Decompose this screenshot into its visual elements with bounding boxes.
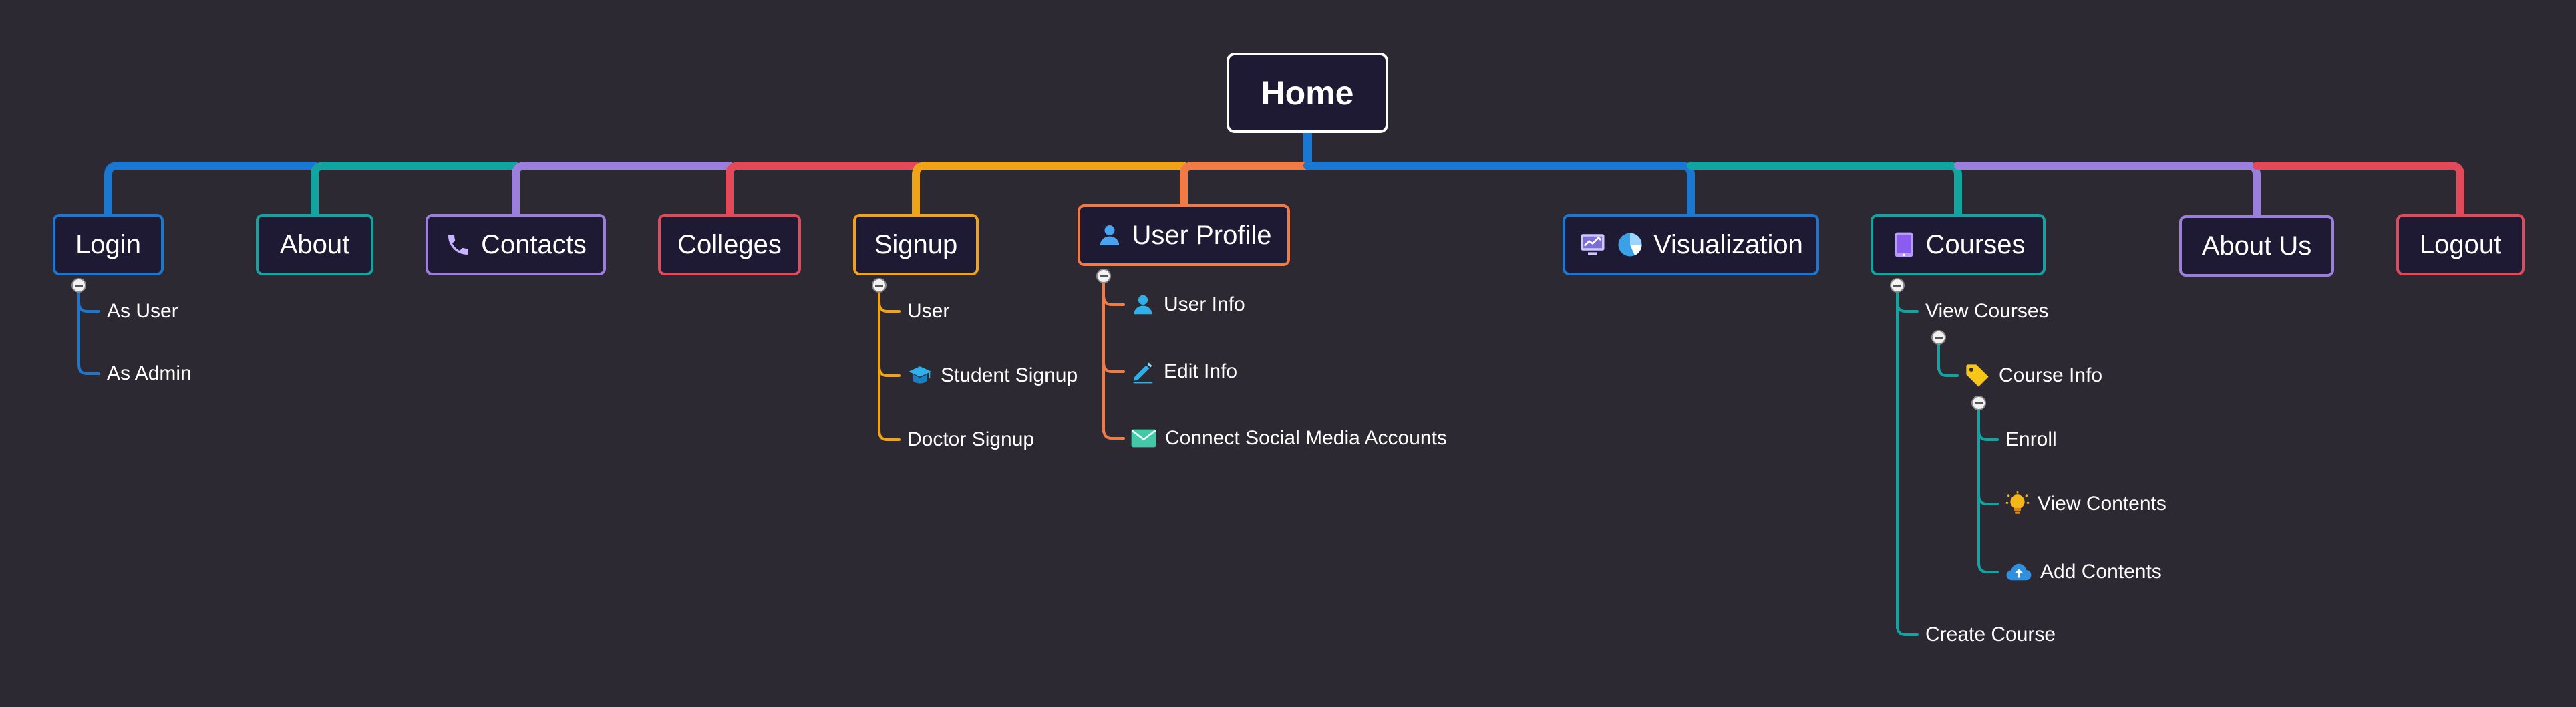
node-label: Login: [75, 229, 141, 259]
collapse-toggle-signup[interactable]: [872, 278, 887, 293]
bus-line-colleges: [726, 162, 920, 218]
bus-line-about: [311, 162, 520, 218]
leaf-edit-info[interactable]: Edit Info: [1130, 358, 1237, 385]
collapse-toggle-courses[interactable]: [1890, 278, 1905, 293]
signup-elbow-3: [878, 429, 901, 441]
leaf-label: Connect Social Media Accounts: [1165, 427, 1447, 449]
lightbulb-icon: [2005, 490, 2030, 517]
user-icon: [1130, 292, 1156, 317]
graduation-cap-icon: [907, 364, 933, 387]
pencil-icon: [1130, 359, 1156, 384]
collapse-toggle-user-profile[interactable]: [1096, 269, 1111, 283]
node-label: Visualization: [1653, 229, 1803, 259]
node-label: Contacts: [481, 229, 587, 259]
leaf-enroll[interactable]: Enroll: [2005, 426, 2057, 453]
node-about[interactable]: About: [256, 214, 373, 275]
node-label: About: [279, 229, 350, 259]
leaf-course-info[interactable]: Course Info: [1964, 362, 2102, 389]
envelope-icon: [1130, 428, 1157, 449]
node-contacts[interactable]: Contacts: [426, 214, 606, 275]
leaf-label: Create Course: [1925, 623, 2056, 646]
signup-elbow-2: [878, 365, 901, 377]
leaf-doctor-signup[interactable]: Doctor Signup: [907, 426, 1034, 453]
node-home[interactable]: Home: [1227, 53, 1388, 133]
login-elbow-1: [77, 301, 100, 313]
leaf-label: Add Contents: [2040, 561, 2162, 583]
course-info-elbow-1: [1977, 429, 1999, 441]
leaf-user-info[interactable]: User Info: [1130, 291, 1245, 318]
leaf-label: As Admin: [107, 362, 192, 384]
collapse-toggle-login[interactable]: [71, 278, 86, 293]
leaf-view-contents[interactable]: View Contents: [2005, 490, 2166, 517]
leaf-label: View Contents: [2038, 492, 2166, 515]
node-login[interactable]: Login: [53, 214, 164, 275]
leaf-label: View Courses: [1925, 300, 2049, 322]
course-info-elbow-2: [1977, 493, 1999, 505]
collapse-toggle-course-info[interactable]: [1971, 396, 1986, 410]
node-label: Courses: [1925, 229, 2026, 259]
collapse-toggle-view-courses[interactable]: [1931, 330, 1946, 345]
leaf-label: User: [907, 300, 950, 322]
leaf-label: Doctor Signup: [907, 428, 1035, 450]
node-signup[interactable]: Signup: [853, 214, 979, 275]
node-about-us[interactable]: About Us: [2179, 215, 2334, 277]
leaf-label: Course Info: [1999, 364, 2103, 386]
node-logout[interactable]: Logout: [2396, 214, 2525, 275]
node-colleges[interactable]: Colleges: [658, 214, 801, 275]
bus-line-contacts: [512, 162, 734, 218]
view-courses-elbow: [1937, 365, 1959, 377]
bus-line-about-us: [1954, 162, 2261, 219]
courses-elbow-2: [1896, 624, 1919, 636]
user-profile-elbow-2: [1102, 361, 1125, 373]
chart-monitor-icon: [1579, 231, 1607, 259]
course-info-elbow-3: [1977, 561, 1999, 573]
leaf-label: As User: [107, 300, 178, 322]
node-label: Home: [1261, 74, 1354, 112]
bus-line-courses: [1687, 162, 1962, 218]
node-visualization[interactable]: Visualization: [1563, 214, 1819, 275]
mind-map: Home Login About Contacts Colleges Signu…: [0, 0, 2576, 707]
bus-line-user-profile: [1180, 162, 1311, 208]
leaf-as-user[interactable]: As User: [107, 298, 178, 325]
courses-elbow-1: [1896, 301, 1919, 313]
pie-chart-icon: [1616, 231, 1644, 259]
cloud-upload-icon: [2005, 561, 2032, 583]
leaf-create-course[interactable]: Create Course: [1925, 621, 2056, 648]
leaf-label: User Info: [1164, 293, 1245, 315]
bus-line-visualization: [1303, 162, 1695, 218]
leaf-user[interactable]: User: [907, 298, 949, 325]
user-icon: [1096, 222, 1123, 249]
node-label: Colleges: [677, 229, 782, 259]
leaf-label: Edit Info: [1164, 360, 1238, 382]
user-profile-elbow-3: [1102, 428, 1125, 440]
tag-icon: [1964, 362, 1991, 389]
bus-line-login: [104, 162, 319, 218]
login-elbow-2: [77, 363, 100, 375]
node-label: Logout: [2419, 229, 2502, 259]
node-label: User Profile: [1132, 220, 1272, 250]
phone-icon: [445, 231, 472, 258]
leaf-view-courses[interactable]: View Courses: [1925, 298, 2049, 325]
leaf-as-admin[interactable]: As Admin: [107, 360, 192, 387]
signup-elbow-1: [878, 301, 901, 313]
node-label: About Us: [2201, 231, 2312, 261]
node-courses[interactable]: Courses: [1871, 214, 2046, 275]
bus-line-logout: [2253, 162, 2464, 218]
leaf-label: Enroll: [2005, 428, 2057, 450]
leaf-label: Student Signup: [941, 364, 1078, 386]
leaf-add-contents[interactable]: Add Contents: [2005, 559, 2162, 585]
leaf-connect-social-media[interactable]: Connect Social Media Accounts: [1130, 425, 1447, 452]
leaf-student-signup[interactable]: Student Signup: [907, 362, 1078, 389]
node-user-profile[interactable]: User Profile: [1078, 204, 1290, 266]
node-label: Signup: [874, 229, 958, 259]
tablet-icon: [1891, 231, 1917, 258]
user-profile-elbow-1: [1102, 294, 1125, 306]
